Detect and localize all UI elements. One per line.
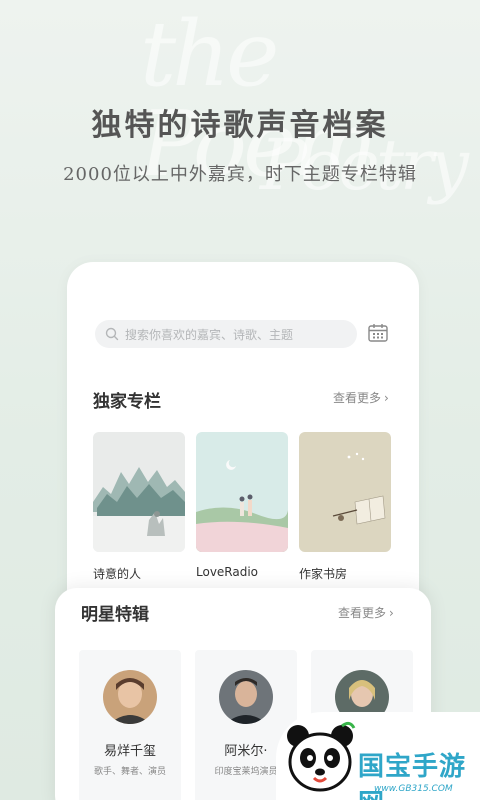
pastel-landscape-image [196, 432, 288, 552]
chevron-right-icon: › [389, 605, 394, 620]
exclusive-section-title: 独家专栏 [93, 392, 161, 412]
badge-site-url: www.GB315.COM [374, 784, 453, 794]
promo-subline: 2000位以上中外嘉宾，时下主题专栏特辑 [63, 164, 417, 185]
search-input[interactable]: 搜索你喜欢的嘉宾、诗歌、主题 [95, 320, 357, 348]
more-label: 查看更多 [338, 606, 387, 620]
avatar [103, 670, 157, 724]
stars-more-link[interactable]: 查看更多 › [338, 604, 394, 621]
promo-headline: 独特的诗歌声音档案 [91, 108, 389, 143]
column-card-poetic-person[interactable] [93, 432, 185, 552]
celebrity-name: 易烊千玺 [103, 744, 156, 759]
celebrity-card[interactable]: 易烊千玺 歌手、舞者、演员 [79, 650, 181, 800]
stars-section-title: 明星特辑 [81, 605, 149, 625]
site-watermark-badge: 国宝手游网 www.GB315.COM [276, 712, 480, 800]
column-label: 作家书房 [299, 567, 348, 581]
column-card-love-radio[interactable] [196, 432, 288, 552]
calendar-icon[interactable] [367, 322, 389, 344]
search-placeholder: 搜索你喜欢的嘉宾、诗歌、主题 [125, 327, 294, 342]
celebrity-role: 歌手、舞者、演员 [93, 767, 166, 777]
more-label: 查看更多 [333, 391, 382, 405]
exclusive-more-link[interactable]: 查看更多 › [333, 389, 389, 406]
mountain-artwork-image [93, 432, 185, 552]
column-card-writer-study[interactable] [299, 432, 391, 552]
avatar [219, 670, 273, 724]
panda-logo-icon [287, 721, 356, 792]
column-label: 诗意的人 [93, 567, 142, 581]
chevron-right-icon: › [384, 390, 389, 405]
column-label: LoveRadio [196, 565, 259, 579]
search-icon [105, 327, 119, 341]
book-and-pen-image [299, 432, 391, 552]
